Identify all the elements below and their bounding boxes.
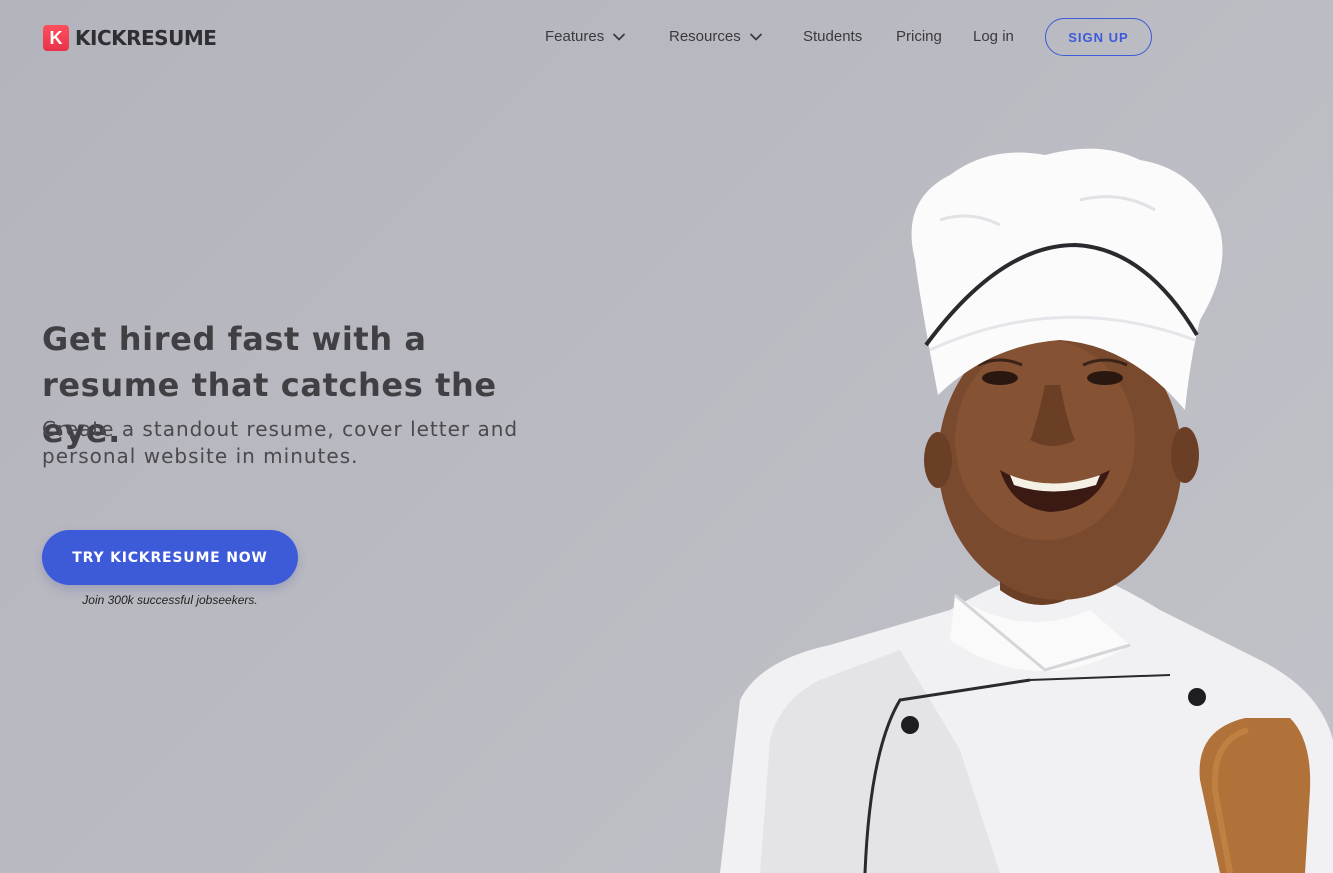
chevron-down-icon <box>749 33 762 40</box>
hero-subheadline: Create a standout resume, cover letter a… <box>42 417 519 468</box>
nav-item-label: Log in <box>973 28 1014 45</box>
nav-item-login[interactable]: Log in <box>973 28 1014 45</box>
nav-item-pricing[interactable]: Pricing <box>896 28 942 45</box>
signup-button[interactable]: SIGN UP <box>1045 18 1152 56</box>
try-kickresume-button[interactable]: TRY KICKRESUME NOW <box>42 530 298 585</box>
cta-note: Join 300k successful jobseekers. <box>82 593 258 607</box>
nav-item-resources[interactable]: Resources <box>669 28 763 45</box>
main-nav: Features Resources Students Pricing Log … <box>0 0 1333 75</box>
hero-chef-image <box>720 148 1333 873</box>
nav-item-label: Pricing <box>896 28 942 45</box>
nav-item-features[interactable]: Features <box>545 28 626 45</box>
nav-item-label: Students <box>803 28 863 45</box>
nav-item-label: Resources <box>669 28 741 45</box>
chevron-down-icon <box>613 33 626 40</box>
nav-item-label: Features <box>545 28 605 45</box>
nav-item-students[interactable]: Students <box>803 28 862 45</box>
